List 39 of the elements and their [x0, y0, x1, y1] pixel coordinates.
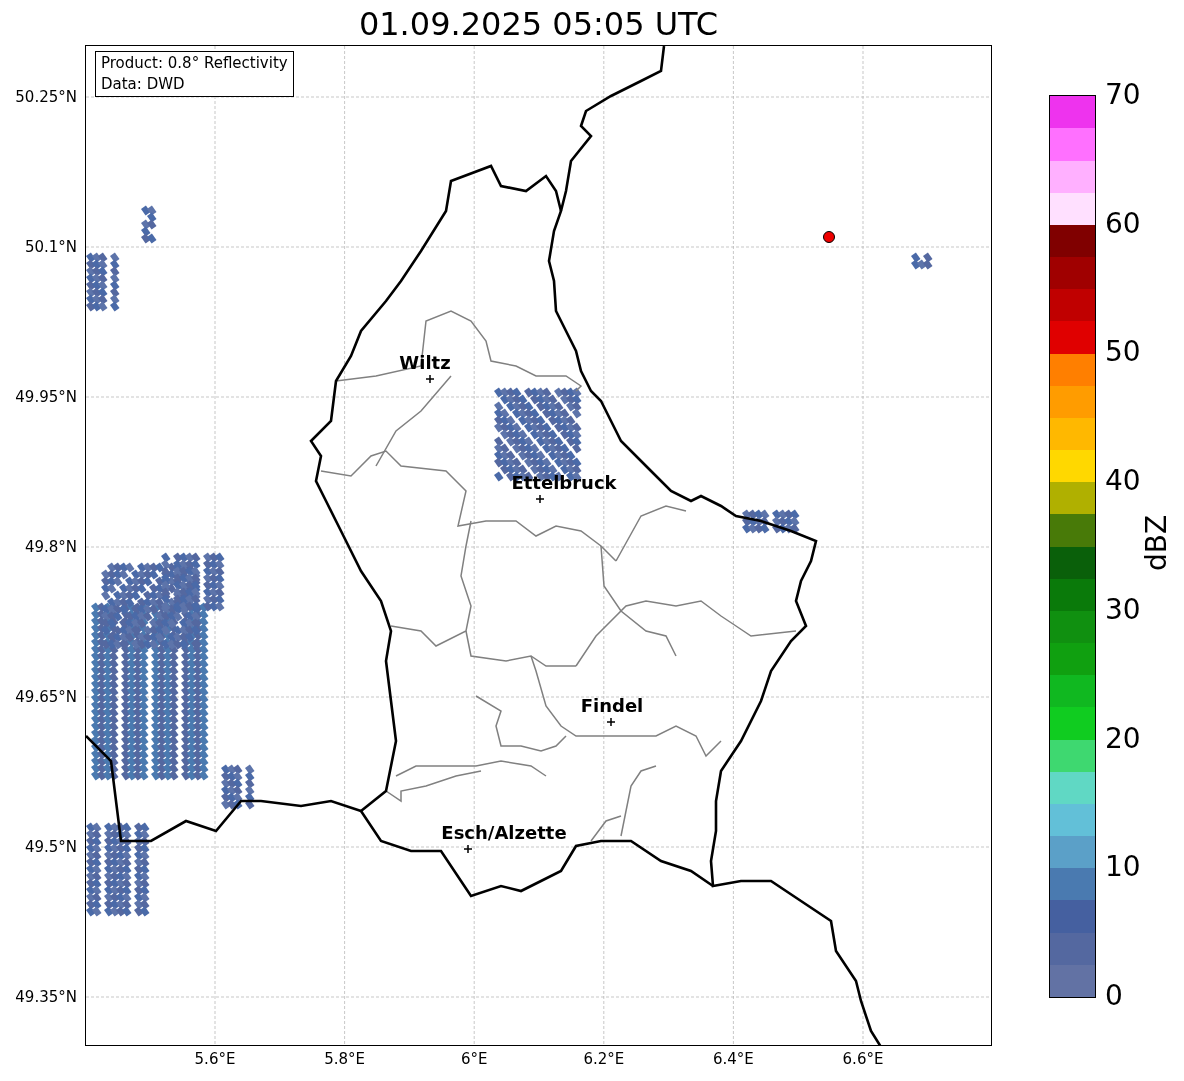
colorbar-tick-label: 20: [1105, 722, 1141, 755]
longitude-tick-label: 5.6°E: [193, 1050, 237, 1068]
city-marker-icon: [425, 374, 435, 384]
colorbar-tick-label: 30: [1105, 593, 1141, 626]
info-text: Data: DWD: [101, 74, 186, 95]
longitude-tick-label: 6.6°E: [841, 1050, 885, 1068]
city-marker-icon: [535, 494, 545, 504]
latitude-tick-label: 50.25°N: [15, 88, 77, 106]
latitude-tick-label: 49.65°N: [15, 688, 77, 706]
city-label: Wiltz: [399, 352, 451, 373]
radar-site-dot: [823, 231, 835, 243]
colorbar-tick-label: 40: [1105, 465, 1141, 498]
longitude-tick-label: 6.2°E: [582, 1050, 626, 1068]
colorbar-tick-label: 60: [1105, 207, 1141, 240]
colorbar-tick-label: 10: [1105, 851, 1141, 884]
city-marker-icon: [606, 717, 616, 727]
city-marker-icon: [463, 844, 473, 854]
radar-echo: [141, 205, 157, 244]
colorbar-tick-label: 70: [1105, 79, 1141, 111]
city-label: Ettelbruck: [511, 472, 617, 493]
colorbar-label: dBZ: [1141, 514, 1174, 572]
latitude-tick-label: 49.5°N: [24, 838, 77, 856]
colorbar-tick-label: 50: [1105, 336, 1141, 369]
radar-echo: [86, 252, 120, 312]
city-label: Esch/Alzette: [441, 822, 567, 843]
latitude-tick-label: 49.95°N: [15, 388, 77, 406]
latitude-tick-label: 50.1°N: [24, 238, 77, 256]
chart-title: 01.09.2025 05:05 UTC: [358, 4, 719, 45]
latitude-tick-label: 49.35°N: [15, 988, 77, 1006]
longitude-tick-label: 6.4°E: [711, 1050, 755, 1068]
radar-echo: [911, 252, 933, 270]
colorbar-tick-label: 0: [1105, 980, 1123, 1012]
radar-echo: [742, 509, 800, 534]
longitude-tick-label: 6°E: [459, 1050, 489, 1068]
city-label: Findel: [580, 695, 644, 716]
latitude-tick-label: 49.8°N: [24, 538, 77, 556]
info-text: Product: 0.8° Reflectivity: [101, 53, 288, 74]
radar-echo: [221, 764, 255, 810]
longitude-tick-label: 5.8°E: [323, 1050, 366, 1068]
